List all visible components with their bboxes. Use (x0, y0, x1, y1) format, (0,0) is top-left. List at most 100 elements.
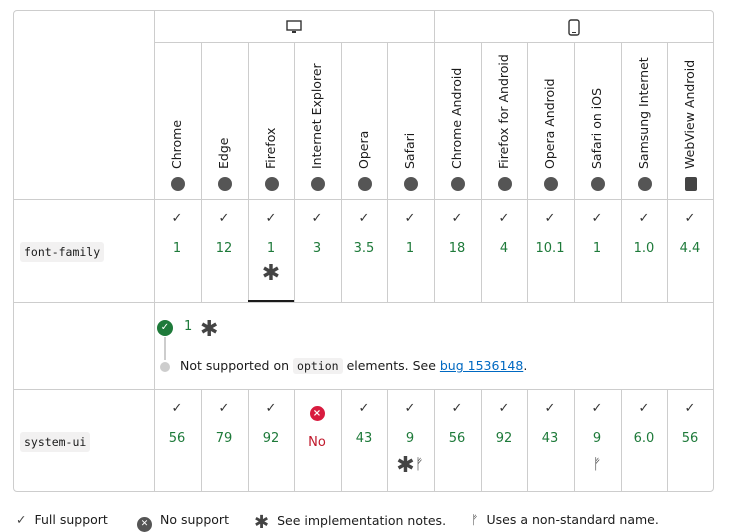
browser-header-firefox-for-android: Firefox for Android (481, 43, 528, 199)
check-icon: ✓ (498, 211, 510, 226)
support-cell[interactable]: ✓ 4.4 (667, 211, 713, 257)
detail-note: Not supported on option elements. See bu… (180, 358, 528, 374)
browser-name: Opera (355, 130, 371, 169)
version-label: 1.0 (633, 241, 655, 256)
check-icon: ✓ (498, 401, 510, 416)
browser-name: Chrome (168, 119, 184, 169)
version-label: 1 (405, 241, 415, 256)
chrome-icon (170, 177, 185, 191)
check-icon: ✓ (358, 211, 370, 226)
version-label: 4 (499, 241, 509, 256)
version-label: No (308, 435, 326, 450)
support-cell[interactable]: ✓ 12 (201, 211, 247, 257)
check-icon: ✓ (451, 401, 463, 416)
check-icon: ✓ (171, 401, 183, 416)
support-cell[interactable]: ✓ 10.1 (527, 211, 573, 257)
no-support-icon: × (309, 406, 325, 421)
asterisk-icon: ✱ (200, 317, 219, 342)
support-cell[interactable]: ✓ 79 (201, 401, 247, 447)
browser-header-safari-on-ios: Safari on iOS (574, 43, 621, 199)
no-support-icon: ✕ (137, 517, 152, 532)
feature-name-system-ui[interactable]: system-ui (20, 432, 91, 452)
browser-name: Safari on iOS (588, 87, 604, 169)
browser-name: Chrome Android (448, 67, 464, 169)
version-label: 79 (215, 431, 233, 446)
browser-header-firefox: Firefox (248, 43, 295, 199)
browser-header-samsung-internet: Samsung Internet (621, 43, 668, 199)
browser-name: Firefox (262, 127, 278, 169)
check-icon: ✓ (404, 401, 416, 416)
check-icon: ✓ (358, 401, 370, 416)
version-label: 1 (266, 241, 276, 256)
support-cell[interactable]: ✓ 56 (434, 401, 480, 447)
detail-version: 1 (184, 319, 193, 334)
alt-name-icon: ᚠ (471, 512, 479, 527)
check-icon: ✓ (638, 401, 650, 416)
version-label: 56 (168, 431, 186, 446)
opera-icon (357, 177, 372, 191)
support-cell[interactable]: ✓ 9 ᚠ (574, 401, 620, 475)
check-icon: ✓ (544, 211, 556, 226)
legend-full-support: ✓ Full support (16, 512, 108, 527)
compat-table: Chrome Edge Firefox Internet Explorer Opera S… (13, 10, 714, 492)
check-icon: ✓ (171, 211, 183, 226)
browser-header-chrome: Chrome (154, 43, 201, 199)
support-icon: ✓ (157, 320, 173, 336)
support-cell[interactable]: ✓ 56 (667, 401, 713, 447)
version-label: 1 (592, 241, 602, 256)
support-cell[interactable]: ✓ 9 ✱ᚠ (387, 401, 433, 477)
check-icon: ✓ (218, 401, 230, 416)
safari-icon (590, 177, 605, 191)
check-icon: ✓ (591, 211, 603, 226)
desktop-icon (286, 19, 302, 37)
feature-name-font-family[interactable]: font-family (20, 242, 105, 262)
version-label: 6.0 (633, 431, 655, 446)
browser-name: Samsung Internet (635, 57, 651, 169)
mobile-icon (566, 19, 582, 37)
legend-no-support: ✕ No support (137, 512, 229, 532)
support-cell[interactable]: ✓ 92 (248, 401, 294, 447)
support-cell[interactable]: ✓ 1 (154, 211, 200, 257)
timeline-dot (160, 362, 170, 372)
bug-link[interactable]: bug 1536148 (440, 358, 523, 373)
support-cell[interactable]: ✓ 3 (294, 211, 340, 257)
support-cell[interactable]: ✓ 92 (481, 401, 527, 447)
check-icon: ✓ (684, 401, 696, 416)
timeline-connector (164, 337, 166, 360)
support-cell[interactable]: ✓ 56 (154, 401, 200, 447)
support-cell[interactable]: ✓ 1 (574, 211, 620, 257)
browser-header-opera: Opera (341, 43, 388, 199)
check-icon: ✓ (591, 401, 603, 416)
android-icon (684, 177, 697, 191)
browser-name: Internet Explorer (308, 63, 324, 169)
support-cell[interactable]: ✓ 6.0 (621, 401, 667, 447)
legend-impl-notes: ✱ See implementation notes. (254, 512, 447, 532)
browser-header-chrome-android: Chrome Android (434, 43, 481, 199)
version-label: 9 (405, 431, 415, 446)
support-cell[interactable]: ✓ 18 (434, 211, 480, 257)
version-label: 12 (215, 241, 233, 256)
support-cell[interactable]: ✓ 43 (341, 401, 387, 447)
version-label: 43 (355, 431, 373, 446)
browser-header-opera-android: Opera Android (527, 43, 574, 199)
version-label: 43 (541, 431, 559, 446)
support-cell[interactable]: ✓ 1 (387, 211, 433, 257)
safari-icon (403, 177, 418, 191)
support-cell[interactable]: ✓ 1.0 (621, 211, 667, 257)
legend-nonstandard: ᚠ Uses a non-standard name. (471, 512, 659, 527)
opera-icon (543, 177, 558, 191)
browser-name: Firefox for Android (495, 54, 511, 169)
version-label: 56 (681, 431, 699, 446)
support-cell[interactable]: ✓ 1 ✱ (248, 211, 294, 285)
support-cell[interactable]: ✓ 4 (481, 211, 527, 257)
version-label: 92 (262, 431, 280, 446)
browser-header-internet-explorer: Internet Explorer (294, 43, 341, 199)
version-label: 18 (448, 241, 466, 256)
support-cell[interactable]: ✓ 43 (527, 401, 573, 447)
firefox-icon (497, 177, 512, 191)
check-icon: ✓ (218, 211, 230, 226)
check-icon: ✓ (684, 211, 696, 226)
browser-header-safari: Safari (387, 43, 434, 199)
support-cell[interactable]: × No (294, 401, 340, 451)
support-cell[interactable]: ✓ 3.5 (341, 211, 387, 257)
